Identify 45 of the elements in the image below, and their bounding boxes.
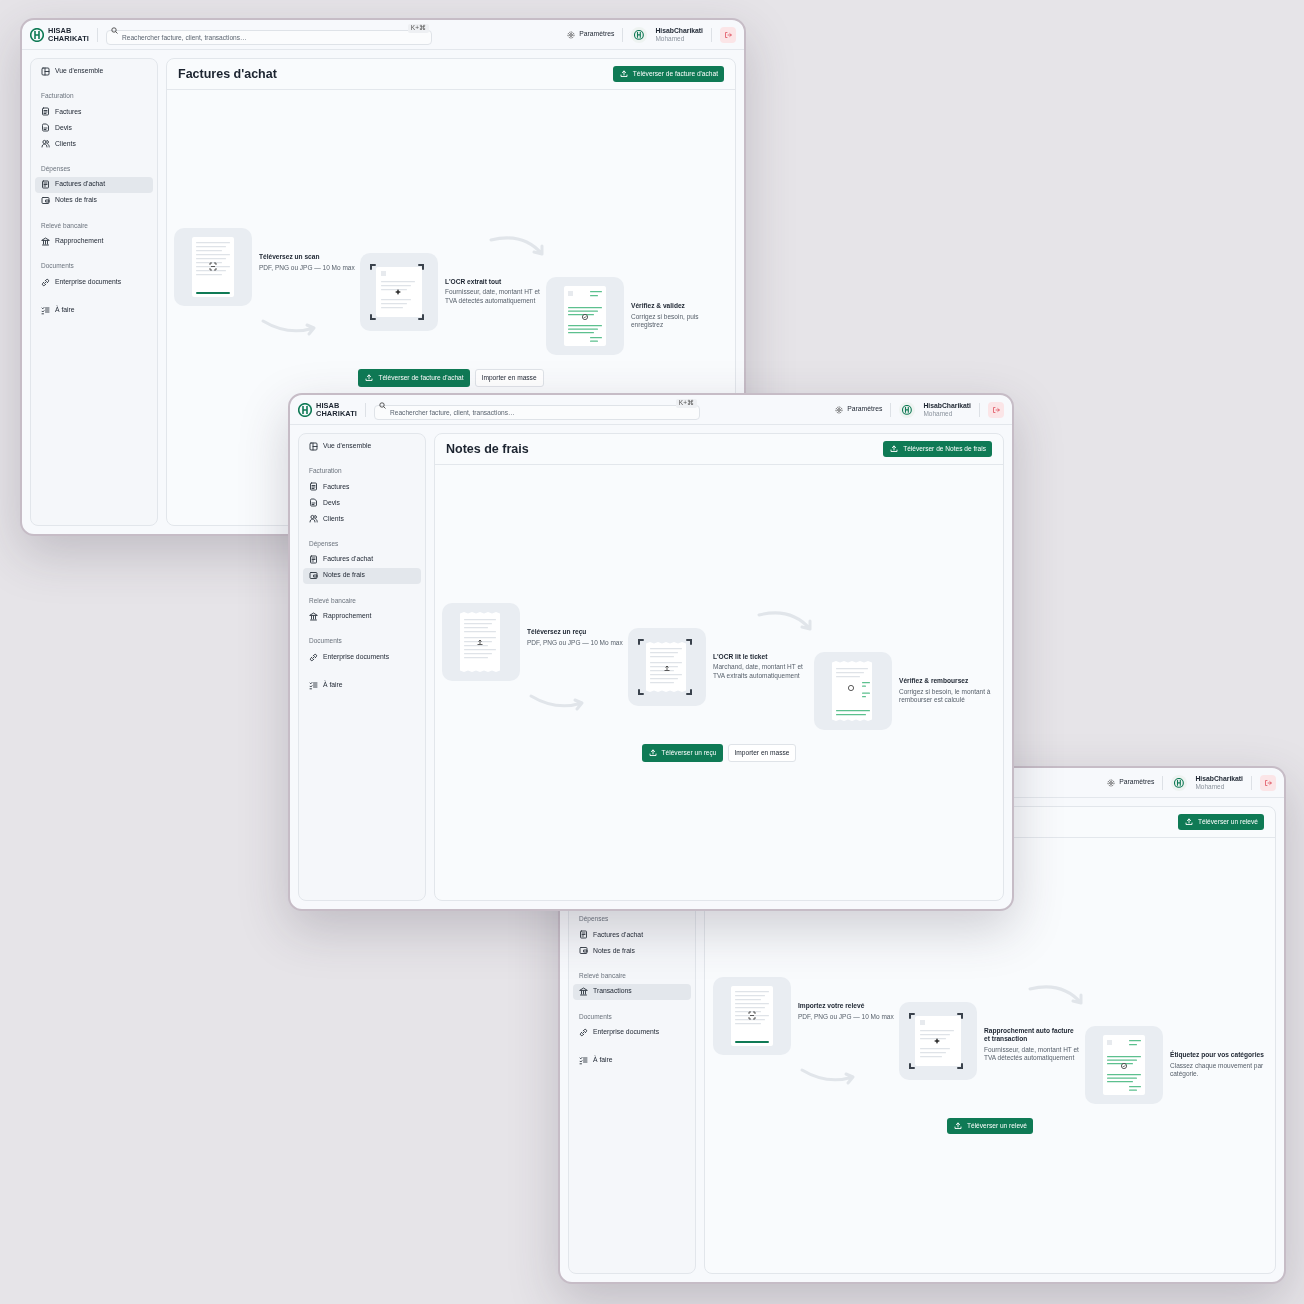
checklist-icon (309, 680, 318, 690)
search-icon (379, 401, 386, 409)
bank-icon (41, 236, 50, 246)
upload-icon (364, 373, 375, 383)
wallet-icon (309, 571, 318, 580)
document-icon (309, 498, 318, 508)
document-icon (41, 107, 50, 117)
bank-icon (309, 611, 318, 621)
layout-icon (309, 441, 318, 451)
logo-icon (30, 27, 44, 42)
link-icon (41, 277, 50, 287)
document-icon (309, 482, 318, 492)
upload-icon (952, 1121, 963, 1131)
logout-icon (724, 30, 732, 39)
logout-icon (1264, 778, 1272, 787)
receipt-icon (41, 180, 50, 189)
upload-icon (1183, 817, 1194, 827)
link-icon (309, 652, 318, 662)
upload-icon (618, 69, 629, 79)
document-icon (41, 123, 50, 133)
logout-button[interactable] (720, 26, 736, 43)
layout-icon (41, 66, 50, 76)
bank-icon (579, 987, 588, 996)
gear-icon (567, 30, 576, 39)
receipt-icon (309, 555, 318, 564)
wallet-icon (579, 946, 588, 956)
gear-icon (1107, 778, 1116, 787)
page-title: Notes de frais (446, 441, 529, 457)
logo-icon (298, 402, 312, 417)
users-icon (41, 139, 50, 149)
logout-button[interactable] (1260, 774, 1276, 791)
checklist-icon (41, 305, 50, 315)
page-title: Factures d'achat (178, 66, 277, 82)
users-icon (309, 514, 318, 524)
logout-icon (992, 405, 1000, 414)
receipt-icon (579, 930, 588, 940)
curved-arrow (1027, 983, 1085, 1007)
gear-icon (835, 405, 844, 414)
wallet-icon (41, 196, 50, 205)
upload-icon (889, 444, 900, 454)
checklist-icon (579, 1055, 588, 1065)
search-icon (111, 26, 118, 34)
logout-button[interactable] (988, 401, 1004, 418)
link-icon (579, 1027, 588, 1037)
upload-icon (647, 748, 658, 758)
